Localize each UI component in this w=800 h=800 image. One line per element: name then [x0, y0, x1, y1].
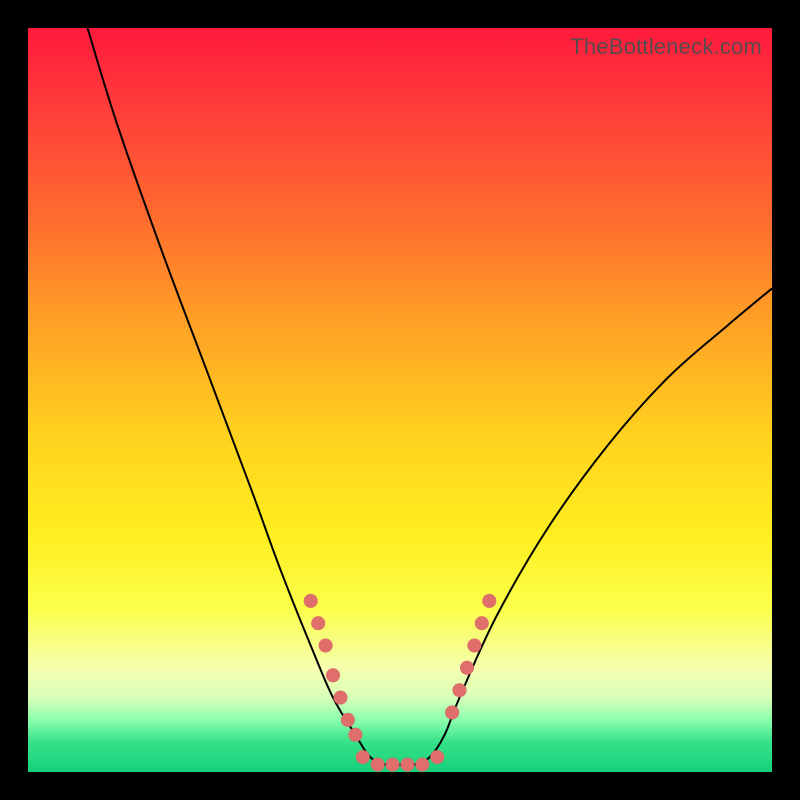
marker-dots-group [304, 594, 497, 772]
marker-dot [475, 616, 489, 630]
marker-dot [341, 713, 355, 727]
bottleneck-curve-svg [28, 28, 772, 772]
marker-dot [356, 750, 370, 764]
marker-dot [334, 691, 348, 705]
marker-dot [400, 758, 414, 772]
watermark-text: TheBottleneck.com [570, 34, 762, 60]
marker-dot [415, 758, 429, 772]
marker-dot [430, 750, 444, 764]
marker-dot [467, 639, 481, 653]
marker-dot [326, 668, 340, 682]
marker-dot [319, 639, 333, 653]
marker-dot [386, 758, 400, 772]
marker-dot [453, 683, 467, 697]
marker-dot [371, 758, 385, 772]
bottleneck-curve-path [88, 28, 773, 765]
marker-dot [482, 594, 496, 608]
marker-dot [304, 594, 318, 608]
marker-dot [311, 616, 325, 630]
chart-frame: TheBottleneck.com [28, 28, 772, 772]
marker-dot [348, 728, 362, 742]
marker-dot [445, 706, 459, 720]
marker-dot [460, 661, 474, 675]
